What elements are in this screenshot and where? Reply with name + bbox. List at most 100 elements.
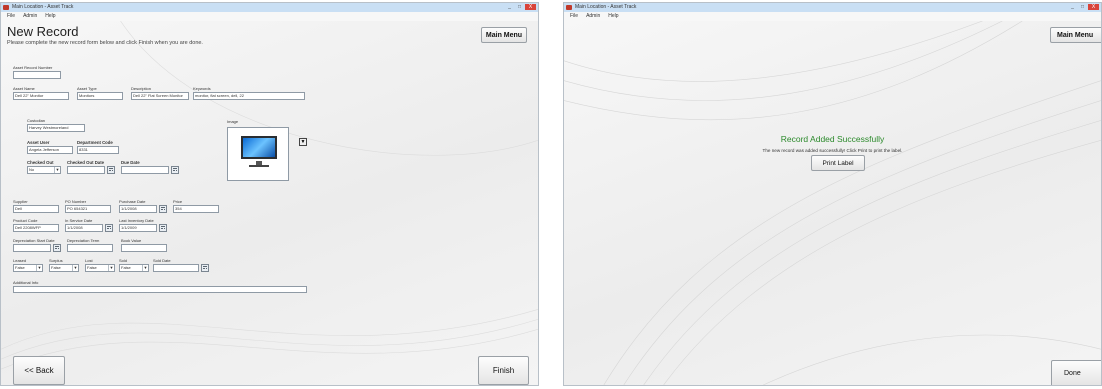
surplus-value: False [51,265,61,270]
description-field[interactable]: Dell 22" Flat Screen Monitor [131,92,189,100]
depreciation-start-date-field[interactable] [13,244,51,252]
calendar-icon[interactable] [159,224,167,232]
done-button[interactable]: Done [1051,360,1101,385]
title-bar: Main Location - Asset Track _ □ X [1,3,538,12]
custodian-label: Custodian [27,118,46,123]
maximize-button[interactable]: □ [1078,4,1087,10]
menu-admin[interactable]: Admin [23,12,37,21]
success-title: Record Added Successfully [780,134,885,144]
last-inventory-date-field[interactable]: 1/1/2009 [119,224,157,232]
book-value-label: Book Value [121,238,142,243]
depreciation-term-label: Depreciation Term [67,238,100,243]
asset-type-label: Asset Type [77,86,97,91]
menu-admin[interactable]: Admin [586,12,600,21]
close-button[interactable]: X [1088,4,1099,10]
chevron-down-icon: ▼ [36,265,42,271]
menu-file[interactable]: File [7,12,15,21]
due-date-field[interactable] [121,166,169,174]
asset-name-label: Asset Name [13,86,35,91]
surplus-label: Surplus [49,258,63,263]
asset-image[interactable] [227,127,289,181]
calendar-icon[interactable] [159,205,167,213]
sold-date-field[interactable] [153,264,199,272]
finish-button[interactable]: Finish [478,356,529,385]
new-record-window: Main Location - Asset Track _ □ X File A… [0,2,539,386]
checked-out-date-label: Checked Out Date [67,160,105,165]
due-date-label: Due Date [121,160,140,165]
checked-out-label: Checked Out [27,160,54,165]
print-label-button[interactable]: Print Label [811,155,865,171]
success-content: Main Menu Record Added Successfully The … [564,21,1101,385]
checked-out-date-field[interactable] [67,166,105,174]
calendar-icon[interactable] [105,224,113,232]
window-title: Main Location - Asset Track [12,4,74,10]
calendar-icon[interactable] [201,264,209,272]
main-menu-button[interactable]: Main Menu [481,27,527,43]
menu-help[interactable]: Help [45,12,55,21]
asset-record-number-field[interactable] [13,71,61,79]
additional-info-label: Additional Info [13,280,39,285]
calendar-icon[interactable] [171,166,179,174]
po-number-field[interactable]: PO 654321 [65,205,111,213]
supplier-field[interactable]: Dell [13,205,59,213]
back-button[interactable]: << Back [13,356,65,385]
purchase-date-field[interactable]: 1/1/2008 [119,205,157,213]
chevron-down-icon: ▼ [142,265,148,271]
sold-label: Sold [119,258,128,263]
lost-value: False [87,265,97,270]
main-menu-button[interactable]: Main Menu [1050,27,1101,43]
product-code-field[interactable]: Dell 2208WFP [13,224,59,232]
po-number-label: PO Number [65,199,87,204]
asset-user-label: Asset User [27,140,50,145]
asset-name-field[interactable]: Dell 22" Monitor [13,92,69,100]
window-title: Main Location - Asset Track [575,4,637,10]
minimize-button[interactable]: _ [505,4,514,10]
chevron-down-icon: ▼ [72,265,78,271]
in-service-date-label: In Service Date [65,218,93,223]
checked-out-select[interactable]: No ▼ [27,166,61,174]
book-value-field[interactable] [121,244,167,252]
menu-file[interactable]: File [570,12,578,21]
asset-type-field[interactable]: Monitors [77,92,123,100]
title-bar: Main Location - Asset Track _ □ X [564,3,1101,12]
last-inventory-date-label: Last Inventory Date [119,218,154,223]
surplus-select[interactable]: False ▼ [49,264,79,272]
supplier-label: Supplier [13,199,28,204]
menu-help[interactable]: Help [608,12,618,21]
app-icon [3,5,9,10]
checked-out-value: No [29,167,35,172]
sold-date-label: Sold Date [153,258,171,263]
close-button[interactable]: X [525,4,536,10]
image-dropdown-button[interactable]: ▼ [299,138,307,146]
menu-bar: File Admin Help [564,12,1101,21]
image-label: Image [227,119,239,124]
department-code-label: Department Code [77,140,113,145]
calendar-icon[interactable] [53,244,61,252]
price-field[interactable]: 354 [173,205,219,213]
leased-select[interactable]: False ▼ [13,264,43,272]
asset-user-field[interactable]: Angela Jefferson [27,146,73,154]
lost-label: Lost [85,258,93,263]
lost-select[interactable]: False ▼ [85,264,115,272]
additional-info-field[interactable] [13,286,307,293]
custodian-field[interactable]: Harvey Westmoreland [27,124,85,132]
product-code-label: Product Code [13,218,38,223]
calendar-icon[interactable] [107,166,115,174]
keywords-label: Keywords [193,86,211,91]
page-title: New Record [7,24,79,39]
record-added-window: Main Location - Asset Track _ □ X File A… [563,2,1102,386]
depreciation-start-date-label: Depreciation Start Date [13,238,55,243]
leased-label: Leased [13,258,27,263]
keywords-field[interactable]: monitor, flat screen, dell, 22 [193,92,305,100]
maximize-button[interactable]: □ [515,4,524,10]
minimize-button[interactable]: _ [1068,4,1077,10]
department-code-field[interactable]: 8331 [77,146,119,154]
depreciation-term-field[interactable] [67,244,113,252]
description-label: Description [131,86,152,91]
price-label: Price [173,199,183,204]
monitor-image [241,136,277,159]
sold-select[interactable]: False ▼ [119,264,149,272]
app-icon [566,5,572,10]
background-wave [564,21,1101,385]
in-service-date-field[interactable]: 1/1/2008 [65,224,103,232]
